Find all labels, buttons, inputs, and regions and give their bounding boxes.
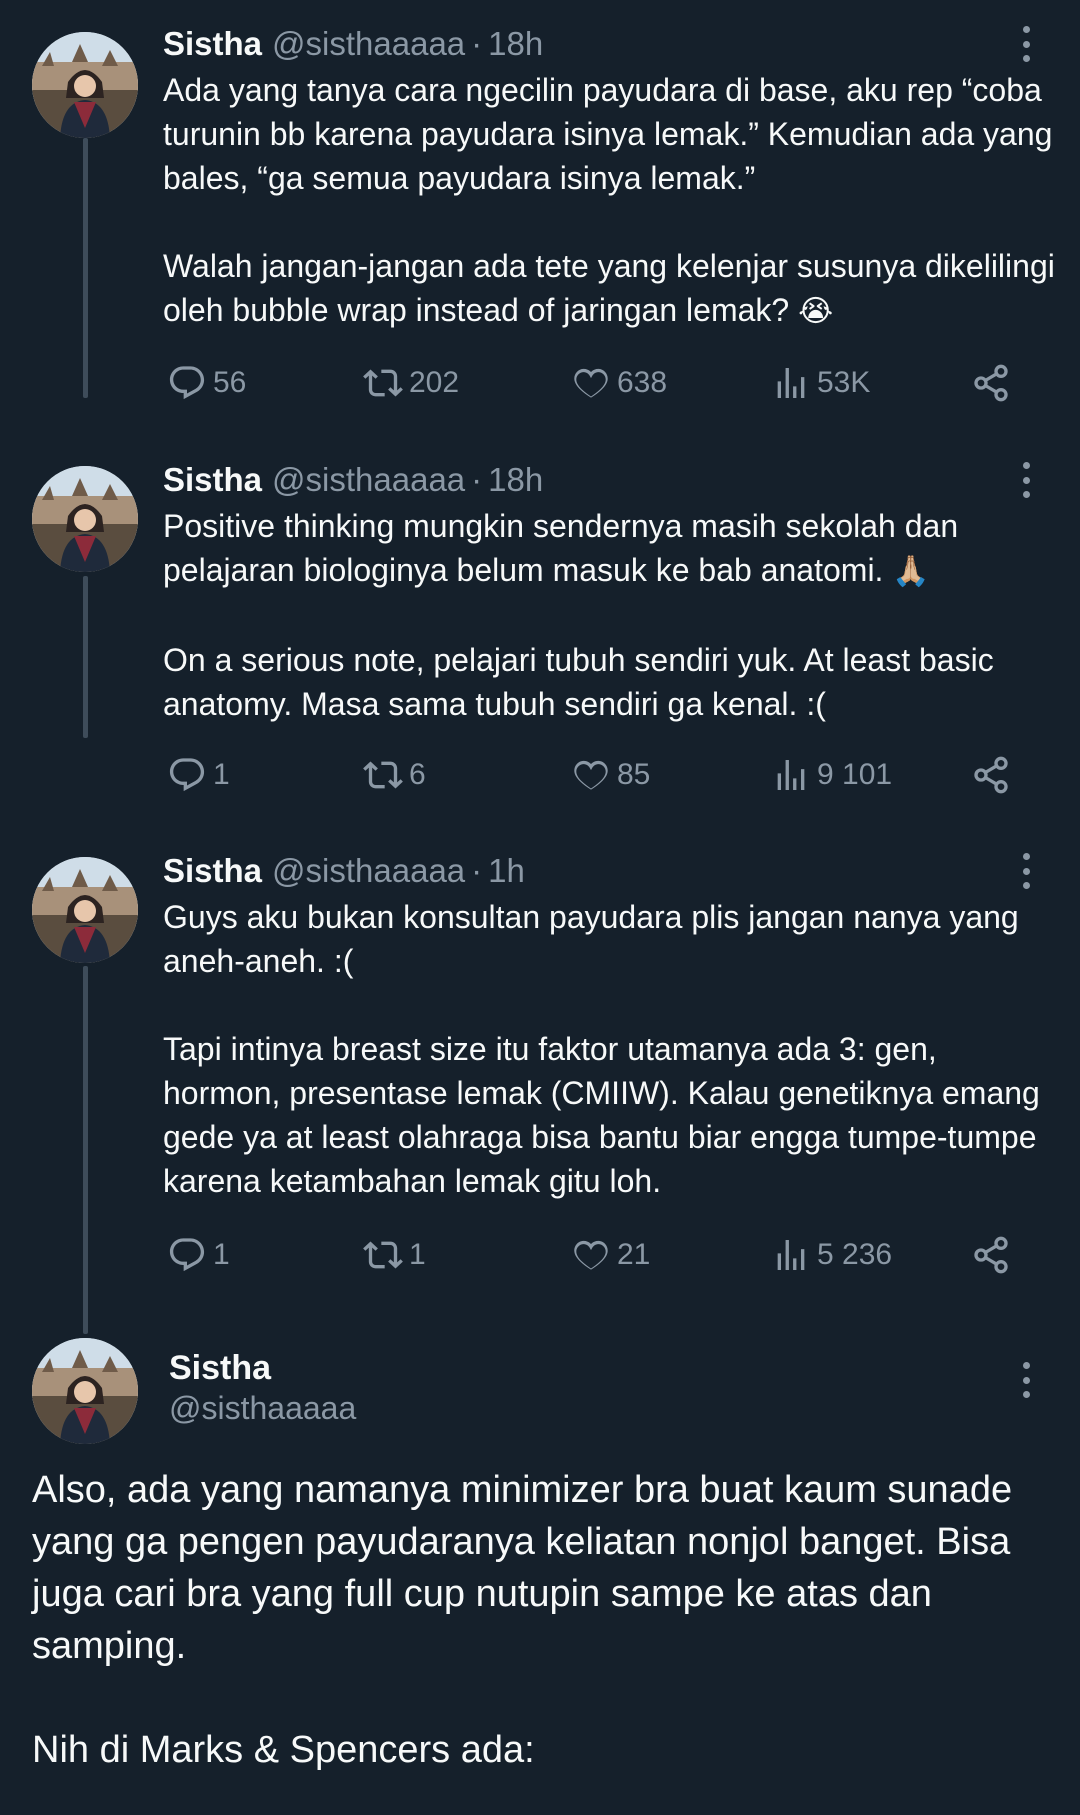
views-button[interactable]: 53K <box>771 360 870 406</box>
heart-icon <box>571 1235 611 1275</box>
tweet-text: Positive thinking mungkin sendernya masi… <box>163 504 1058 726</box>
author-name[interactable]: Sistha <box>169 1348 271 1388</box>
retweet-count: 6 <box>409 758 426 791</box>
tweet-paragraph: On a serious note, pelajari tubuh sendir… <box>163 642 994 722</box>
views-button[interactable]: 5 236 <box>771 1232 892 1278</box>
views-count: 9 101 <box>817 758 893 791</box>
reply-icon <box>167 755 207 795</box>
avatar[interactable] <box>32 32 138 138</box>
like-button[interactable]: 85 <box>571 752 650 798</box>
thread-line <box>83 138 88 398</box>
author-handle[interactable]: @sisthaaaaa <box>272 25 465 62</box>
like-count: 638 <box>617 366 668 399</box>
thread-line <box>83 966 88 1334</box>
folded-hands-emoji: 🙏🏼 <box>892 554 930 589</box>
author-handle[interactable]: @sisthaaaaa <box>272 461 465 498</box>
share-icon <box>971 755 1011 795</box>
tweet-paragraph: Guys aku bukan konsultan payudara plis j… <box>163 899 1019 979</box>
separator-dot: · <box>471 461 483 498</box>
reply-count: 56 <box>213 366 247 399</box>
tweet-text: Ada yang tanya cara ngecilin payudara di… <box>163 68 1058 334</box>
tweet-paragraph: Tapi intinya breast size itu faktor utam… <box>163 1031 1040 1199</box>
retweet-icon <box>363 1235 403 1275</box>
views-count: 5 236 <box>817 1238 893 1271</box>
tweet-text: Guys aku bukan konsultan payudara plis j… <box>163 895 1058 1203</box>
action-bar: 56 202 638 53K <box>163 360 1023 406</box>
thread-line <box>83 576 88 738</box>
retweet-count: 202 <box>409 366 460 399</box>
views-chart-icon <box>771 1235 811 1275</box>
reply-icon <box>167 1235 207 1275</box>
author-handle[interactable]: @sisthaaaaa <box>169 1388 356 1428</box>
share-button[interactable] <box>971 752 1017 798</box>
timestamp[interactable]: 1h <box>488 852 525 889</box>
action-bar: 1 1 21 5 236 <box>163 1232 1023 1278</box>
author-name[interactable]: Sistha <box>163 25 262 62</box>
tweet-header: Sistha @sisthaaaaa · 18h <box>163 24 543 64</box>
retweet-button[interactable]: 1 <box>363 1232 426 1278</box>
timestamp[interactable]: 18h <box>488 25 543 62</box>
avatar[interactable] <box>32 466 138 572</box>
reply-button[interactable]: 1 <box>167 1232 230 1278</box>
separator-dot: · <box>471 852 483 889</box>
author-name[interactable]: Sistha <box>163 852 262 889</box>
share-button[interactable] <box>971 360 1017 406</box>
share-button[interactable] <box>971 1232 1017 1278</box>
share-icon <box>971 363 1011 403</box>
views-button[interactable]: 9 101 <box>771 752 892 798</box>
views-chart-icon <box>771 363 811 403</box>
like-button[interactable]: 21 <box>571 1232 650 1278</box>
reply-count: 1 <box>213 1238 230 1271</box>
tweet-paragraph: Walah jangan-jangan ada tete yang kelenj… <box>163 244 1058 334</box>
retweet-button[interactable]: 6 <box>363 752 426 798</box>
reply-count: 1 <box>213 758 230 791</box>
more-vertical-icon[interactable] <box>1020 853 1032 889</box>
tweet-paragraph: Nih di Marks & Spencers ada: <box>32 1729 535 1771</box>
share-icon <box>971 1235 1011 1275</box>
retweet-icon <box>363 755 403 795</box>
avatar[interactable] <box>32 1338 138 1444</box>
reply-button[interactable]: 56 <box>167 360 246 406</box>
retweet-count: 1 <box>409 1238 426 1271</box>
action-bar: 1 6 85 9 101 <box>163 752 1023 798</box>
more-vertical-icon[interactable] <box>1020 462 1032 498</box>
avatar[interactable] <box>32 857 138 963</box>
reply-button[interactable]: 1 <box>167 752 230 798</box>
tweet-header: Sistha @sisthaaaaa · 18h <box>163 460 543 500</box>
retweet-button[interactable]: 202 <box>363 360 459 406</box>
timestamp[interactable]: 18h <box>488 461 543 498</box>
heart-icon <box>571 363 611 403</box>
tweet-text: Also, ada yang namanya minimizer bra bua… <box>32 1464 1052 1776</box>
more-vertical-icon[interactable] <box>1020 1362 1032 1398</box>
views-count: 53K <box>817 366 871 399</box>
tweet-header: Sistha @sisthaaaaa · 1h <box>163 851 525 891</box>
tweet-paragraph: Ada yang tanya cara ngecilin payudara di… <box>163 72 1053 196</box>
retweet-icon <box>363 363 403 403</box>
author-handle[interactable]: @sisthaaaaa <box>272 852 465 889</box>
tweet-paragraph: Also, ada yang namanya minimizer bra bua… <box>32 1469 1013 1667</box>
crying-emoji: 😭 <box>798 294 834 329</box>
tweet-paragraph-text: Walah jangan-jangan ada tete yang kelenj… <box>163 248 1055 328</box>
tweet-paragraph-text: Positive thinking mungkin sendernya masi… <box>163 508 959 588</box>
heart-icon <box>571 755 611 795</box>
like-count: 21 <box>617 1238 651 1271</box>
more-vertical-icon[interactable] <box>1020 26 1032 62</box>
views-chart-icon <box>771 755 811 795</box>
reply-icon <box>167 363 207 403</box>
separator-dot: · <box>471 25 483 62</box>
author-name[interactable]: Sistha <box>163 461 262 498</box>
like-button[interactable]: 638 <box>571 360 667 406</box>
tweet-paragraph: Positive thinking mungkin sendernya masi… <box>163 504 1058 594</box>
like-count: 85 <box>617 758 651 791</box>
